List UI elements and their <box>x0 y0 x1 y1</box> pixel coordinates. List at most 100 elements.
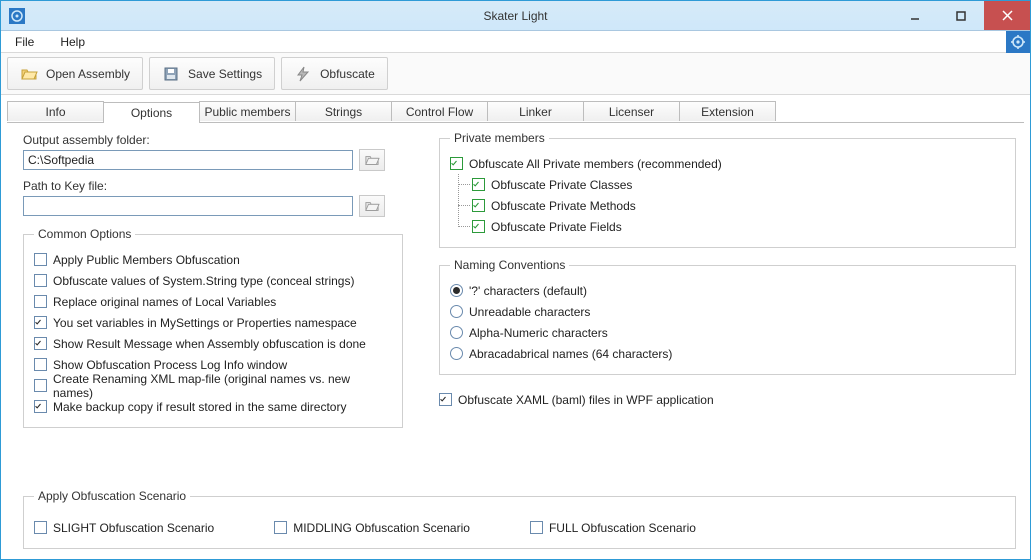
menubar: File Help <box>1 31 1030 53</box>
common-option-label: Apply Public Members Obfuscation <box>53 253 240 267</box>
common-option-checkbox[interactable]: Create Renaming XML map-file (original n… <box>34 375 392 396</box>
common-option-label: Create Renaming XML map-file (original n… <box>53 372 392 400</box>
common-option-checkbox[interactable]: You set variables in MySettings or Prope… <box>34 312 392 333</box>
options-panel: Output assembly folder: Path to Key file… <box>1 123 1030 479</box>
checkbox-icon <box>34 274 47 287</box>
private-child-checkbox[interactable]: Obfuscate Private Fields <box>472 216 1005 237</box>
checkbox-icon <box>530 521 543 534</box>
tab-linker[interactable]: Linker <box>487 101 584 121</box>
naming-label: Alpha-Numeric characters <box>469 326 608 340</box>
tab-strings[interactable]: Strings <box>295 101 392 121</box>
save-settings-button[interactable]: Save Settings <box>149 57 275 90</box>
toolbar: Open Assembly Save Settings Obfuscate <box>1 53 1030 95</box>
folder-open-icon <box>20 65 38 83</box>
naming-legend: Naming Conventions <box>450 258 569 272</box>
common-option-checkbox[interactable]: Obfuscate values of System.String type (… <box>34 270 392 291</box>
save-settings-label: Save Settings <box>188 67 262 81</box>
output-folder-label: Output assembly folder: <box>23 133 403 147</box>
checkbox-icon <box>472 199 485 212</box>
right-column: Private members Obfuscate All Private me… <box>439 131 1016 465</box>
checkbox-icon <box>472 178 485 191</box>
radio-icon <box>450 326 463 339</box>
folder-icon <box>364 153 380 167</box>
tab-row: Info Options Public members Strings Cont… <box>7 101 1024 123</box>
xaml-checkbox[interactable]: Obfuscate XAML (baml) files in WPF appli… <box>439 389 1016 410</box>
checkbox-icon <box>450 157 463 170</box>
private-child-label: Obfuscate Private Methods <box>491 199 636 213</box>
scenario-label: MIDDLING Obfuscation Scenario <box>293 521 470 535</box>
private-child-label: Obfuscate Private Classes <box>491 178 632 192</box>
checkbox-icon <box>34 337 47 350</box>
naming-radio[interactable]: Unreadable characters <box>450 301 1005 322</box>
save-icon <box>162 65 180 83</box>
obfuscate-button[interactable]: Obfuscate <box>281 57 388 90</box>
tab-public-members[interactable]: Public members <box>199 101 296 121</box>
common-option-checkbox[interactable]: Replace original names of Local Variable… <box>34 291 392 312</box>
common-option-label: Show Obfuscation Process Log Info window <box>53 358 287 372</box>
checkbox-icon <box>34 379 47 392</box>
tab-options[interactable]: Options <box>103 102 200 123</box>
titlebar: Skater Light <box>1 1 1030 31</box>
menu-file[interactable]: File <box>7 33 42 51</box>
naming-radio[interactable]: Abracadabrical names (64 characters) <box>450 343 1005 364</box>
browse-output-button[interactable] <box>359 149 385 171</box>
common-option-label: Make backup copy if result stored in the… <box>53 400 346 414</box>
checkbox-icon <box>34 358 47 371</box>
menu-help[interactable]: Help <box>52 33 93 51</box>
naming-radio[interactable]: Alpha-Numeric characters <box>450 322 1005 343</box>
key-file-input[interactable] <box>23 196 353 216</box>
scenario-checkbox[interactable]: FULL Obfuscation Scenario <box>530 517 696 538</box>
common-options-group: Common Options Apply Public Members Obfu… <box>23 227 403 428</box>
private-root-checkbox[interactable]: Obfuscate All Private members (recommend… <box>450 153 1005 174</box>
private-root-label: Obfuscate All Private members (recommend… <box>469 157 722 171</box>
radio-icon <box>450 305 463 318</box>
naming-label: '?' characters (default) <box>469 284 587 298</box>
settings-gear-icon[interactable] <box>1006 31 1030 53</box>
common-option-checkbox[interactable]: Show Result Message when Assembly obfusc… <box>34 333 392 354</box>
checkbox-icon <box>34 316 47 329</box>
app-window: Skater Light File Help Open Assembly <box>0 0 1031 560</box>
naming-conventions-group: Naming Conventions '?' characters (defau… <box>439 258 1016 375</box>
private-child-checkbox[interactable]: Obfuscate Private Methods <box>472 195 1005 216</box>
checkbox-icon <box>34 400 47 413</box>
checkbox-icon <box>34 253 47 266</box>
browse-key-button[interactable] <box>359 195 385 217</box>
folder-icon <box>364 199 380 213</box>
scenario-group: Apply Obfuscation Scenario SLIGHT Obfusc… <box>23 489 1016 549</box>
tab-licenser[interactable]: Licenser <box>583 101 680 121</box>
private-members-legend: Private members <box>450 131 549 145</box>
common-option-label: You set variables in MySettings or Prope… <box>53 316 357 330</box>
common-option-label: Obfuscate values of System.String type (… <box>53 274 354 288</box>
common-option-checkbox[interactable]: Make backup copy if result stored in the… <box>34 396 392 417</box>
open-assembly-label: Open Assembly <box>46 67 130 81</box>
radio-icon <box>450 347 463 360</box>
scenario-checkbox[interactable]: SLIGHT Obfuscation Scenario <box>34 517 214 538</box>
window-title: Skater Light <box>1 9 1030 23</box>
obfuscate-label: Obfuscate <box>320 67 375 81</box>
common-option-label: Show Result Message when Assembly obfusc… <box>53 337 366 351</box>
scenario-checkbox[interactable]: MIDDLING Obfuscation Scenario <box>274 517 470 538</box>
lightning-icon <box>294 65 312 83</box>
checkbox-icon <box>34 521 47 534</box>
private-members-group: Private members Obfuscate All Private me… <box>439 131 1016 248</box>
scenario-legend: Apply Obfuscation Scenario <box>34 489 190 503</box>
tab-info[interactable]: Info <box>7 101 104 121</box>
tab-control-flow[interactable]: Control Flow <box>391 101 488 121</box>
naming-label: Unreadable characters <box>469 305 590 319</box>
checkbox-icon <box>274 521 287 534</box>
common-option-checkbox[interactable]: Apply Public Members Obfuscation <box>34 249 392 270</box>
private-child-label: Obfuscate Private Fields <box>491 220 622 234</box>
open-assembly-button[interactable]: Open Assembly <box>7 57 143 90</box>
naming-radio[interactable]: '?' characters (default) <box>450 280 1005 301</box>
private-child-checkbox[interactable]: Obfuscate Private Classes <box>472 174 1005 195</box>
scenario-label: SLIGHT Obfuscation Scenario <box>53 521 214 535</box>
checkbox-icon <box>472 220 485 233</box>
radio-icon <box>450 284 463 297</box>
left-column: Output assembly folder: Path to Key file… <box>23 131 403 465</box>
tab-extension[interactable]: Extension <box>679 101 776 121</box>
checkbox-icon <box>439 393 452 406</box>
output-folder-input[interactable] <box>23 150 353 170</box>
common-options-legend: Common Options <box>34 227 135 241</box>
common-option-label: Replace original names of Local Variable… <box>53 295 276 309</box>
naming-label: Abracadabrical names (64 characters) <box>469 347 672 361</box>
